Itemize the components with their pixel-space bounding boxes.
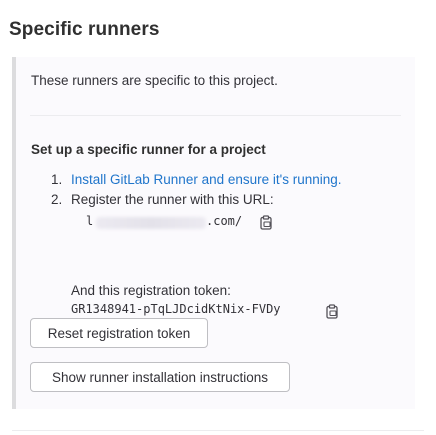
url-prefix: l bbox=[86, 214, 94, 228]
step-install: 1. Install GitLab Runner and ensure it's … bbox=[51, 172, 342, 187]
copy-token-button[interactable] bbox=[324, 303, 340, 319]
section-title: Specific runners bbox=[9, 19, 160, 40]
copy-url-button[interactable] bbox=[258, 214, 274, 230]
section-description: These runners are specific to this proje… bbox=[31, 73, 278, 88]
step-register: 2. Register the runner with this URL: bbox=[51, 192, 274, 207]
runners-panel: These runners are specific to this proje… bbox=[12, 57, 415, 409]
clipboard-icon bbox=[326, 303, 338, 319]
install-runner-link[interactable]: Install GitLab Runner and ensure it's ru… bbox=[71, 172, 342, 187]
url-suffix: .com/ bbox=[206, 214, 243, 228]
bottom-divider bbox=[12, 430, 424, 431]
token-value: GR1348941-pTqLJDcidKtNix-FVDy bbox=[71, 302, 281, 316]
step-number: 1. bbox=[51, 172, 63, 187]
page: Specific runners These runners are speci… bbox=[0, 0, 436, 435]
reset-token-button[interactable]: Reset registration token bbox=[30, 318, 208, 348]
divider bbox=[30, 115, 401, 116]
token-label: And this registration token: bbox=[71, 283, 231, 298]
step-register-text: Register the runner with this URL: bbox=[71, 192, 274, 207]
step-number: 2. bbox=[51, 192, 63, 207]
clipboard-icon bbox=[260, 214, 272, 230]
setup-title: Set up a specific runner for a project bbox=[31, 142, 266, 157]
show-instructions-button[interactable]: Show runner installation instructions bbox=[30, 362, 290, 392]
registration-url: l .com/ bbox=[78, 214, 288, 232]
url-redacted bbox=[96, 217, 206, 229]
